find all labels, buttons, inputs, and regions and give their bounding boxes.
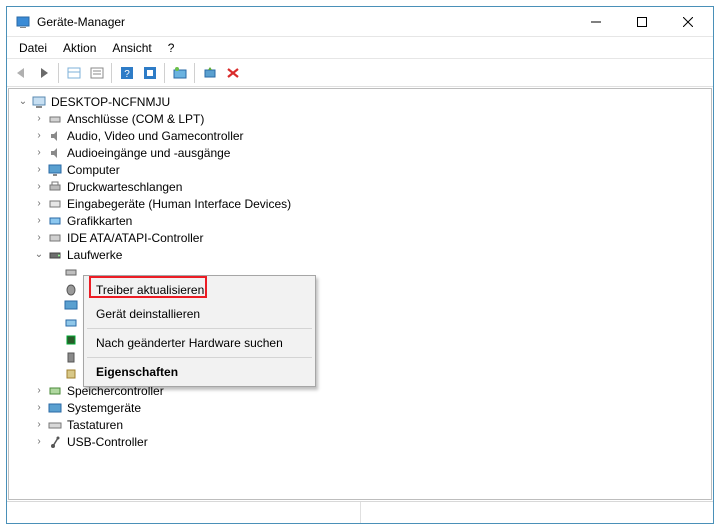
ctx-scan-hardware[interactable]: Nach geänderter Hardware suchen — [86, 331, 313, 355]
tree-root-label: DESKTOP-NCFNMJU — [51, 95, 170, 109]
collapse-icon[interactable]: › — [31, 400, 47, 416]
security-icon — [63, 349, 79, 365]
ctx-separator — [87, 328, 312, 329]
tree-item-audio[interactable]: › Audio, Video und Gamecontroller — [9, 127, 709, 144]
close-button[interactable] — [665, 7, 711, 36]
collapse-icon[interactable]: › — [31, 128, 47, 144]
svg-text:?: ? — [124, 69, 130, 80]
expand-icon[interactable]: ⌄ — [31, 247, 47, 263]
speaker-icon — [47, 128, 63, 144]
tree-item-computer[interactable]: › Computer — [9, 161, 709, 178]
collapse-icon[interactable]: › — [31, 383, 47, 399]
network-icon — [63, 315, 79, 331]
printer-icon — [47, 179, 63, 195]
collapse-icon[interactable]: › — [31, 417, 47, 433]
collapse-icon[interactable]: › — [31, 162, 47, 178]
refresh-button[interactable] — [138, 61, 161, 84]
forward-button[interactable] — [32, 61, 55, 84]
device-tree[interactable]: ⌄ DESKTOP-NCFNMJU › Anschlüsse (COM & LPT… — [8, 88, 712, 500]
tree-item-hid[interactable]: › Eingabegeräte (Human Interface Devices) — [9, 195, 709, 212]
window-title: Geräte-Manager — [37, 15, 573, 29]
tree-root[interactable]: ⌄ DESKTOP-NCFNMJU — [9, 93, 709, 110]
scan-hardware-button[interactable] — [198, 61, 221, 84]
port-icon — [47, 111, 63, 127]
tree-item-ports[interactable]: › Anschlüsse (COM & LPT) — [9, 110, 709, 127]
properties-button[interactable] — [85, 61, 108, 84]
collapse-icon[interactable]: › — [31, 111, 47, 127]
ctx-separator — [87, 357, 312, 358]
tree-item-keyboard[interactable]: › Tastaturen — [9, 416, 709, 433]
tree-label: Druckwarteschlangen — [67, 180, 182, 194]
computer-icon — [31, 94, 47, 110]
hid-icon — [47, 196, 63, 212]
ide-icon — [47, 230, 63, 246]
ctx-uninstall[interactable]: Gerät deinstallieren — [86, 302, 313, 326]
expand-icon[interactable]: ⌄ — [15, 94, 31, 110]
collapse-icon[interactable]: › — [31, 145, 47, 161]
usb-icon — [47, 434, 63, 450]
tree-item-print[interactable]: › Druckwarteschlangen — [9, 178, 709, 195]
app-icon — [15, 14, 31, 30]
drive-icon — [63, 264, 79, 280]
help-button[interactable]: ? — [115, 61, 138, 84]
system-icon — [47, 400, 63, 416]
tree-item-ide[interactable]: › IDE ATA/ATAPI-Controller — [9, 229, 709, 246]
toolbar: ? — [7, 59, 713, 87]
tree-label: Laufwerke — [67, 248, 122, 262]
storage-icon — [47, 383, 63, 399]
titlebar: Geräte-Manager — [7, 7, 713, 37]
status-pane — [361, 502, 714, 523]
tree-label: Audioeingänge und -ausgänge — [67, 146, 230, 160]
tree-label: Computer — [67, 163, 120, 177]
collapse-icon[interactable]: › — [31, 196, 47, 212]
tree-label: IDE ATA/ATAPI-Controller — [67, 231, 203, 245]
menu-action[interactable]: Aktion — [55, 39, 104, 57]
tree-item-audio-io[interactable]: › Audioeingänge und -ausgänge — [9, 144, 709, 161]
maximize-button[interactable] — [619, 7, 665, 36]
mouse-icon — [63, 281, 79, 297]
collapse-icon[interactable]: › — [31, 230, 47, 246]
tree-label: Audio, Video und Gamecontroller — [67, 129, 244, 143]
drive-icon — [47, 247, 63, 263]
collapse-icon[interactable]: › — [31, 179, 47, 195]
tree-label: USB-Controller — [67, 435, 148, 449]
keyboard-icon — [47, 417, 63, 433]
menu-help[interactable]: ? — [160, 39, 183, 57]
collapse-icon[interactable]: › — [31, 213, 47, 229]
update-driver-button[interactable] — [168, 61, 191, 84]
monitor-icon — [47, 162, 63, 178]
menubar: Datei Aktion Ansicht ? — [7, 37, 713, 59]
ctx-update-driver[interactable]: Treiber aktualisieren — [86, 278, 313, 302]
tree-label: Grafikkarten — [67, 214, 132, 228]
gpu-icon — [47, 213, 63, 229]
tree-label: Systemgeräte — [67, 401, 141, 415]
tree-item-gpu[interactable]: › Grafikkarten — [9, 212, 709, 229]
back-button[interactable] — [9, 61, 32, 84]
tree-label: Tastaturen — [67, 418, 123, 432]
collapse-icon[interactable]: › — [31, 434, 47, 450]
tree-label: Eingabegeräte (Human Interface Devices) — [67, 197, 291, 211]
software-icon — [63, 366, 79, 382]
tree-item-usb[interactable]: › USB-Controller — [9, 433, 709, 450]
ctx-properties[interactable]: Eigenschaften — [86, 360, 313, 384]
tree-label: Anschlüsse (COM & LPT) — [67, 112, 204, 126]
minimize-button[interactable] — [573, 7, 619, 36]
show-hidden-button[interactable] — [62, 61, 85, 84]
status-pane — [7, 502, 361, 523]
device-manager-window: Geräte-Manager Datei Aktion Ansicht ? ? … — [6, 6, 714, 524]
monitor-icon — [63, 298, 79, 314]
menu-file[interactable]: Datei — [11, 39, 55, 57]
remove-device-button[interactable] — [221, 61, 244, 84]
window-controls — [573, 7, 711, 36]
context-menu: Treiber aktualisieren Gerät deinstallier… — [83, 275, 316, 387]
statusbar — [7, 501, 713, 523]
tree-item-system[interactable]: › Systemgeräte — [9, 399, 709, 416]
cpu-icon — [63, 332, 79, 348]
tree-item-drives[interactable]: ⌄ Laufwerke — [9, 246, 709, 263]
speaker-icon — [47, 145, 63, 161]
menu-view[interactable]: Ansicht — [104, 39, 159, 57]
